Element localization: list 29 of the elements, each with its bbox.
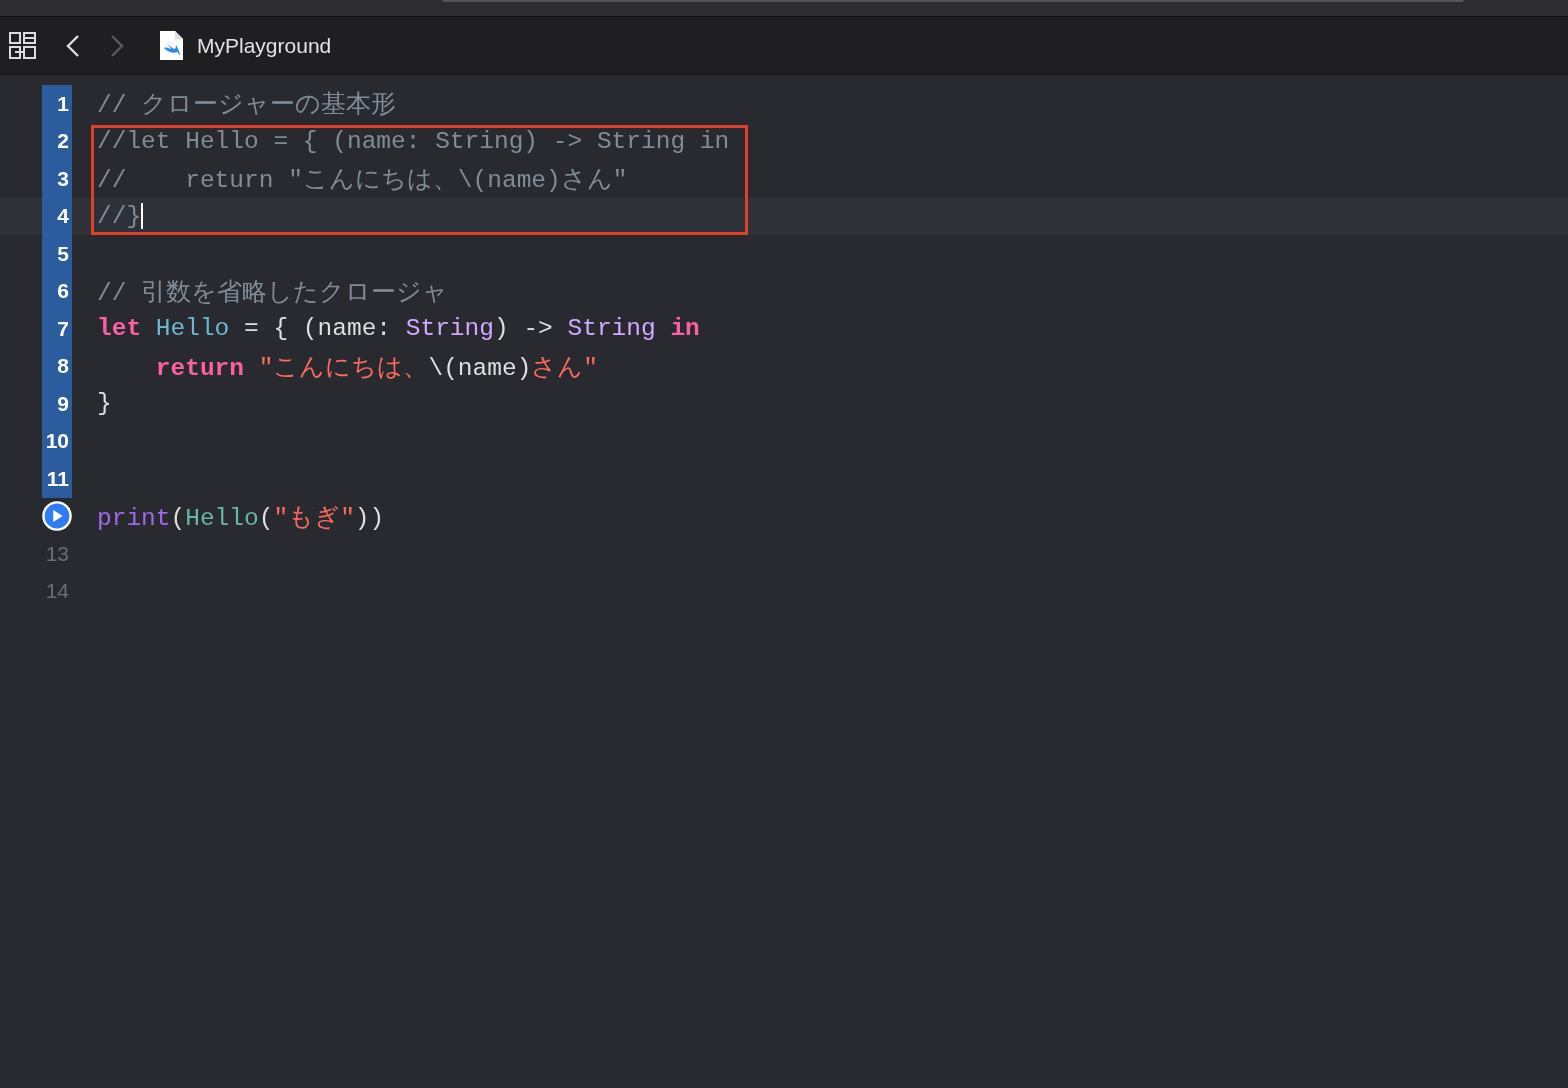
line-number: 7 [57,316,70,341]
line-number: 8 [57,354,70,379]
run-icon[interactable] [42,500,72,533]
line-number: 3 [57,166,70,191]
text-cursor [141,203,144,230]
swift-file-icon [160,31,183,60]
line-number: 5 [57,241,70,266]
line-number: 9 [57,391,70,416]
code-line: return "こんにちは、\(name)さん" [154,353,599,383]
code-line: // クロージャーの基本形 [97,90,397,121]
code-line: } [97,390,112,418]
code-line: print(Hello("もぎ")) [97,503,385,533]
line-number: 1 [57,91,70,116]
grid-icon[interactable] [9,32,36,59]
line-number: 14 [45,579,70,604]
forward-chevron-icon[interactable] [110,33,124,58]
file-name: MyPlayground [197,33,332,58]
line-number: 10 [45,429,70,454]
line-number: 6 [57,279,70,304]
code-line: // 引数を省略したクロージャ [97,278,449,308]
line-number: 4 [57,204,70,229]
code-line: //let Hello = { (name: String) -> String in [97,127,730,155]
line-number: 11 [46,466,70,491]
back-chevron-icon[interactable] [66,33,80,58]
code-line: let Hello = { (name: String) -> String in [97,315,700,343]
line-number: 2 [57,129,70,154]
code-line: //} [97,202,142,230]
code-line: // return "こんにちは、\(name)さん" [97,166,628,196]
line-number: 13 [45,541,70,566]
